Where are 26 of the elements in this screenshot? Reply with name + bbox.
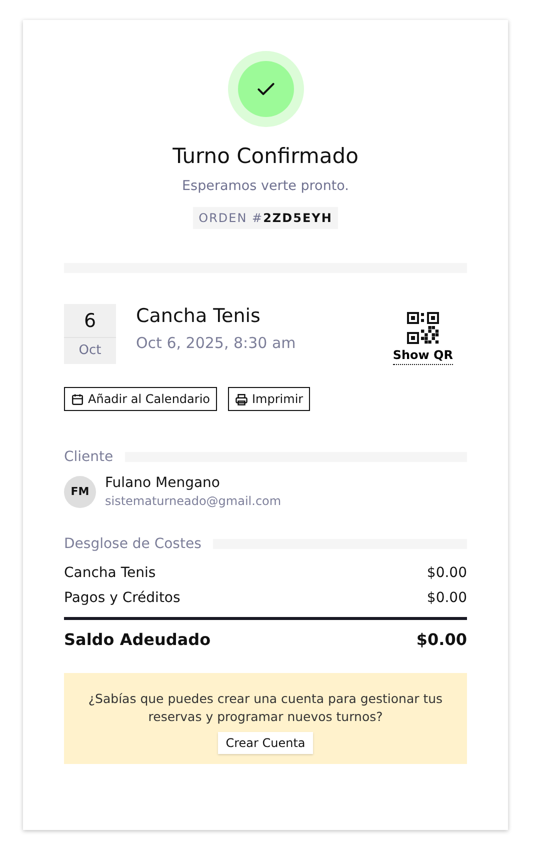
booking-datetime: Oct 6, 2025, 8:30 am bbox=[136, 334, 297, 352]
promo-text: ¿Sabías que puedes crear una cuenta para gestionar tus reservas y programar nuevos turnos? bbox=[87, 690, 444, 725]
qr-code-icon bbox=[406, 312, 439, 344]
client-email: sistematurneado@gmail.com bbox=[105, 494, 282, 508]
client-name: Fulano Mengano bbox=[105, 475, 221, 491]
cost-label: Pagos y Créditos bbox=[64, 590, 180, 606]
order-number: ORDEN #2ZD5EYH bbox=[192, 207, 338, 229]
date-month: Oct bbox=[64, 337, 116, 364]
cost-label: Cancha Tenis bbox=[64, 565, 156, 581]
total-label: Saldo Adeudado bbox=[64, 630, 211, 649]
confirmation-title: Turno Confirmado bbox=[172, 144, 358, 168]
confirmation-subtitle: Esperamos verte pronto. bbox=[182, 178, 349, 194]
service-name: Cancha Tenis bbox=[136, 305, 262, 327]
add-to-calendar-button[interactable]: Añadir al Calendario bbox=[64, 387, 218, 411]
section-heading: Desglose de Costes bbox=[64, 536, 202, 552]
calendar-icon bbox=[71, 392, 84, 406]
total-amount: $0.00 bbox=[416, 630, 467, 649]
cost-amount: $0.00 bbox=[426, 565, 467, 581]
client-avatar: FM bbox=[64, 476, 96, 508]
section-heading: Cliente bbox=[64, 449, 114, 465]
create-account-button[interactable]: Crear Cuenta bbox=[218, 732, 314, 754]
cost-amount: $0.00 bbox=[426, 590, 467, 606]
show-qr-button[interactable]: Show QR bbox=[392, 312, 453, 365]
printer-icon bbox=[235, 392, 248, 406]
print-button[interactable]: Imprimir bbox=[228, 387, 310, 411]
date-day: 6 bbox=[84, 304, 96, 337]
